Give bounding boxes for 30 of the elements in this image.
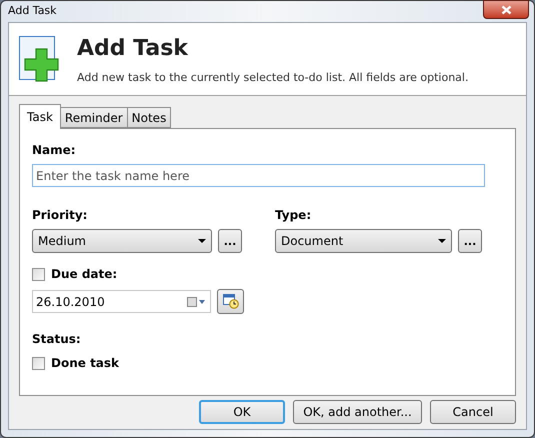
tab[interactable]: Task [19, 104, 61, 129]
field-label: Type: [275, 207, 312, 224]
dialog-button[interactable]: OK, add another... [293, 400, 422, 424]
window-title: Add Task [8, 3, 57, 20]
dialog-description: Add new task to the currently selected to-do list. All fields are optional. [77, 70, 468, 86]
more-button[interactable]: ... [458, 229, 482, 253]
tab[interactable]: Reminder [60, 107, 128, 128]
close-icon [500, 4, 512, 14]
field-label: Name: [32, 142, 77, 159]
calendar-dropdown-icon[interactable] [187, 296, 207, 306]
checkbox-label: Due date: [51, 266, 118, 283]
date-field[interactable]: 26.10.2010 [32, 290, 211, 313]
caret-icon [198, 239, 206, 243]
close-button[interactable] [483, 0, 529, 19]
dropdown[interactable]: Medium [32, 229, 212, 253]
dialog-heading: Add Task [77, 36, 190, 62]
tab[interactable]: Notes [126, 107, 172, 128]
dialog-button[interactable]: Cancel [430, 400, 516, 424]
checkbox[interactable] [32, 356, 45, 370]
calendar-button[interactable] [217, 289, 244, 314]
dropdown[interactable]: Document [275, 229, 452, 253]
checkbox-label: Done task [51, 355, 120, 372]
name-input[interactable]: Enter the task name here [32, 164, 485, 187]
checkbox[interactable] [32, 268, 45, 280]
more-button[interactable]: ... [218, 229, 242, 253]
field-label: Status: [32, 331, 82, 348]
calendar-clock-icon [222, 294, 238, 309]
dialog-button[interactable]: OK [199, 400, 285, 424]
caret-icon [438, 239, 446, 243]
field-label: Priority: [32, 207, 88, 224]
